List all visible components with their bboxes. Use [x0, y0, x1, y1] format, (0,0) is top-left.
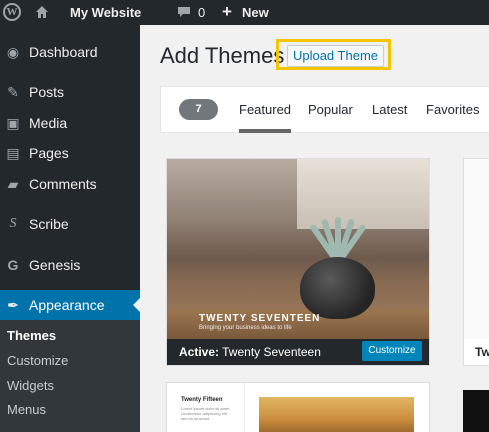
sidebar-item-appearance[interactable]: ✒ Appearance	[0, 290, 140, 320]
wordpress-logo-icon[interactable]: W	[3, 3, 21, 21]
sidebar-item-label: Scribe	[29, 216, 69, 232]
upload-theme-button[interactable]: Upload Theme	[287, 45, 384, 67]
sidebar-item-posts[interactable]: ✎ Posts	[0, 77, 140, 107]
active-theme-label: Active: Twenty Seventeen	[179, 345, 321, 359]
plant-pot	[300, 257, 375, 319]
pushpin-icon: ✎	[7, 84, 19, 100]
tab-popular[interactable]: Popular	[308, 102, 353, 117]
mini-title: Twenty Fifteen	[181, 397, 223, 403]
theme-screenshot[interactable]	[464, 159, 489, 339]
active-theme-name: Twenty Seventeen	[222, 345, 321, 359]
comment-icon: ▰	[7, 176, 19, 192]
genesis-icon: G	[7, 257, 19, 273]
theme-screenshot-photo	[259, 397, 414, 432]
theme-filter-bar: 7 Featured Popular Latest Favorites	[160, 86, 489, 133]
sidebar-item-label: Genesis	[29, 257, 81, 273]
theme-card-active[interactable]: TWENTY SEVENTEEN Bringing your business …	[166, 158, 430, 366]
comment-icon[interactable]	[177, 6, 191, 18]
dashboard-icon: ◉	[6, 44, 20, 60]
theme-card[interactable]: Twenty Fifteen Lorem ipsum dolor sit ame…	[166, 382, 430, 432]
submenu-item-customize[interactable]: Customize	[7, 353, 68, 368]
submenu-item-widgets[interactable]: Widgets	[7, 378, 54, 393]
pages-icon: ▤	[6, 145, 20, 161]
active-prefix: Active:	[179, 345, 220, 359]
theme-card-dark[interactable]	[463, 390, 489, 432]
theme-card-partial[interactable]: Tw	[463, 158, 489, 366]
sidebar-item-pages[interactable]: ▤ Pages	[0, 138, 140, 168]
sidebar-item-comments[interactable]: ▰ Comments	[0, 169, 140, 199]
submenu-item-themes[interactable]: Themes	[7, 328, 56, 343]
sidebar-item-label: Dashboard	[29, 44, 98, 60]
page-title: Add Themes	[160, 43, 285, 68]
sidebar-item-label: Pages	[29, 145, 69, 161]
tab-favorites[interactable]: Favorites	[426, 102, 479, 117]
sidebar-item-label: Appearance	[29, 297, 105, 313]
comment-count[interactable]: 0	[198, 5, 205, 20]
sidebar-item-genesis[interactable]: G Genesis	[0, 250, 140, 280]
home-icon[interactable]	[35, 5, 49, 19]
site-name-link[interactable]: My Website	[70, 5, 141, 20]
appearance-submenu: Themes Customize Widgets Menus	[0, 320, 140, 432]
submenu-item-menus[interactable]: Menus	[7, 402, 46, 417]
sidebar-item-scribe[interactable]: S Scribe	[0, 209, 140, 239]
theme-card-footer: Active: Twenty Seventeen Customize	[167, 339, 429, 365]
media-icon: ▣	[6, 115, 20, 131]
scribe-icon: S	[9, 216, 17, 231]
theme-tagline: Bringing your business ideas to life	[199, 325, 292, 331]
sidebar-item-media[interactable]: ▣ Media	[0, 108, 140, 138]
plus-icon[interactable]: +	[222, 3, 232, 20]
paintbrush-icon: ✒	[7, 297, 19, 313]
theme-name: Tw	[475, 345, 489, 359]
theme-count-badge: 7	[179, 99, 218, 120]
sidebar-item-label: Posts	[29, 84, 65, 100]
background-window	[297, 159, 429, 229]
mini-text: Lorem ipsum dolor sit amet consectetur a…	[181, 406, 230, 421]
admin-sidebar: ◉ Dashboard ✎ Posts ▣ Media ▤ Pages ▰ Co…	[0, 25, 140, 432]
tab-latest[interactable]: Latest	[372, 102, 407, 117]
theme-screenshot-mini: Twenty Fifteen Lorem ipsum dolor sit ame…	[167, 383, 245, 432]
tab-featured[interactable]: Featured	[239, 102, 292, 133]
sidebar-item-label: Media	[29, 115, 68, 131]
theme-brand-text: TWENTY SEVENTEEN	[199, 313, 321, 324]
customize-button[interactable]: Customize	[362, 341, 422, 361]
new-content-link[interactable]: New	[242, 5, 269, 20]
sidebar-item-dashboard[interactable]: ◉ Dashboard	[0, 37, 140, 67]
sidebar-item-label: Comments	[29, 176, 97, 192]
theme-screenshot[interactable]: TWENTY SEVENTEEN Bringing your business …	[167, 159, 429, 339]
admin-bar: W My Website 0 + New	[0, 0, 489, 25]
